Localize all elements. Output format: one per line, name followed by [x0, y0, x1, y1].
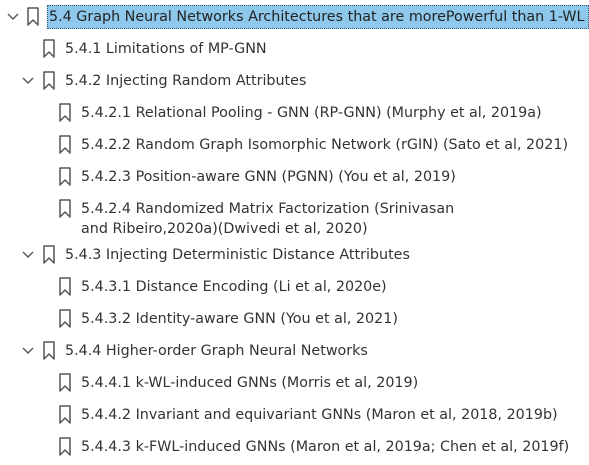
- tree-item-label: 5.4.4.3 k-FWL-induced GNNs (Maron et al,…: [81, 439, 570, 455]
- tree-item-5-4-2[interactable]: 5.4.2 Injecting Random Attributes: [0, 65, 589, 97]
- tree-item-5-4-4-2[interactable]: 5.4.4.2 Invariant and equivariant GNNs (…: [0, 399, 589, 431]
- bookmark-icon: [59, 277, 71, 296]
- bookmark-icon: [27, 7, 39, 26]
- tree-item-label: 5.4.2.2 Random Graph Isomorphic Network …: [81, 137, 569, 153]
- bookmark-icon: [59, 167, 71, 186]
- bookmark-icon: [43, 71, 55, 90]
- bookmark-icon: [59, 405, 71, 424]
- tree-item-5-4-3[interactable]: 5.4.3 Injecting Deterministic Distance A…: [0, 239, 589, 271]
- tree-item-label: 5.4.2 Injecting Random Attributes: [65, 73, 307, 89]
- tree-item-label: 5.4.4 Higher-order Graph Neural Networks: [65, 343, 368, 359]
- tree-item-5-4-4[interactable]: 5.4.4 Higher-order Graph Neural Networks: [0, 335, 589, 367]
- bookmark-icon: [59, 199, 71, 218]
- tree-item-5-4-3-2[interactable]: 5.4.3.2 Identity-aware GNN (You et al, 2…: [0, 303, 589, 335]
- tree-item-5-4-2-4[interactable]: 5.4.2.4 Randomized Matrix Factorization …: [0, 193, 589, 241]
- tree-item-label: 5.4.4.1 k-WL-induced GNNs (Morris et al,…: [81, 375, 419, 391]
- bookmark-icon: [43, 341, 55, 360]
- tree-item-label: 5.4.3 Injecting Deterministic Distance A…: [65, 247, 410, 263]
- bookmark-icon: [59, 309, 71, 328]
- tree-item-label: 5.4.1 Limitations of MP-GNN: [65, 41, 267, 57]
- tree-item-label: 5.4 Graph Neural Networks Architectures …: [49, 9, 589, 25]
- bookmark-icon: [43, 245, 55, 264]
- tree-item-5-4[interactable]: 5.4 Graph Neural Networks Architectures …: [0, 1, 589, 33]
- tree-item-5-4-4-1[interactable]: 5.4.4.1 k-WL-induced GNNs (Morris et al,…: [0, 367, 589, 399]
- tree-item-5-4-2-1[interactable]: 5.4.2.1 Relational Pooling - GNN (RP-GNN…: [0, 97, 589, 129]
- tree-item-5-4-3-1[interactable]: 5.4.3.1 Distance Encoding (Li et al, 202…: [0, 271, 589, 303]
- bookmark-icon: [59, 103, 71, 122]
- bookmark-icon: [59, 373, 71, 392]
- tree-item-5-4-4-3[interactable]: 5.4.4.3 k-FWL-induced GNNs (Maron et al,…: [0, 431, 589, 463]
- tree-item-5-4-1[interactable]: 5.4.1 Limitations of MP-GNN: [0, 33, 589, 65]
- chevron-down-icon[interactable]: [21, 248, 35, 262]
- chevron-down-icon[interactable]: [6, 10, 20, 24]
- tree-item-label: 5.4.2.1 Relational Pooling - GNN (RP-GNN…: [81, 105, 542, 121]
- bookmark-icon: [43, 39, 55, 58]
- bookmark-icon: [59, 135, 71, 154]
- tree-item-label: 5.4.2.4 Randomized Matrix Factorization …: [81, 201, 455, 237]
- tree-item-5-4-2-2[interactable]: 5.4.2.2 Random Graph Isomorphic Network …: [0, 129, 589, 161]
- tree-item-label: 5.4.3.2 Identity-aware GNN (You et al, 2…: [81, 311, 398, 327]
- bookmark-icon: [59, 437, 71, 456]
- tree-item-label: 5.4.2.3 Position-aware GNN (PGNN) (You e…: [81, 169, 456, 185]
- tree-item-label: 5.4.3.1 Distance Encoding (Li et al, 202…: [81, 279, 387, 295]
- chevron-down-icon[interactable]: [21, 74, 35, 88]
- tree-item-5-4-2-3[interactable]: 5.4.2.3 Position-aware GNN (PGNN) (You e…: [0, 161, 589, 193]
- chevron-down-icon[interactable]: [21, 344, 35, 358]
- tree-item-label: 5.4.4.2 Invariant and equivariant GNNs (…: [81, 407, 558, 423]
